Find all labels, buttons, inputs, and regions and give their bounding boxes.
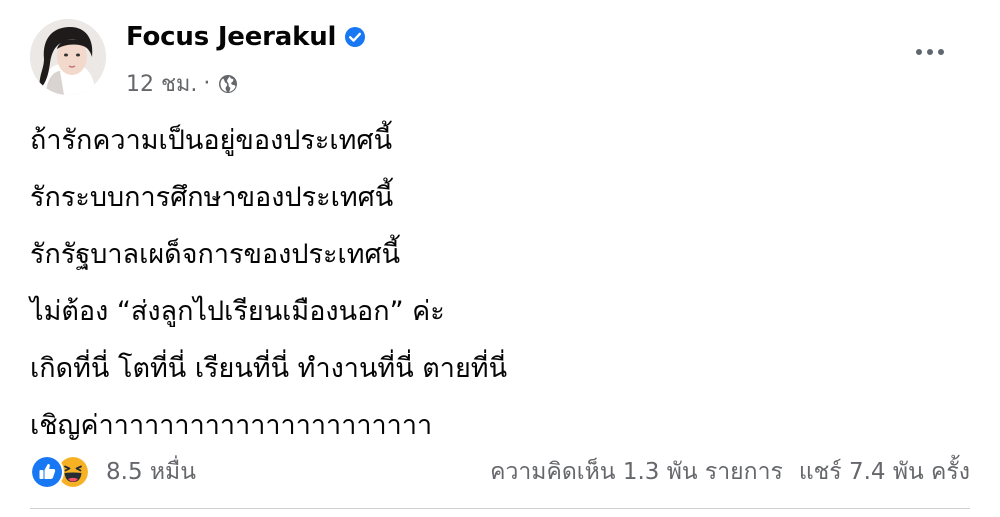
shares-count-link[interactable]: แชร์ 7.4 พัน ครั้ง [799, 454, 970, 490]
more-options-button[interactable] [910, 38, 950, 66]
verified-badge-icon [344, 26, 366, 48]
avatar[interactable] [30, 19, 106, 95]
post-text-line: รักระบบการศึกษาของประเทศนี้ [30, 182, 394, 213]
post-stats-bar: 8.5 หมื่น ความคิดเห็น 1.3 พัน รายการ แชร… [30, 446, 970, 498]
comments-count-link[interactable]: ความคิดเห็น 1.3 พัน รายการ [490, 454, 783, 490]
engagement-stats: ความคิดเห็น 1.3 พัน รายการ แชร์ 7.4 พัน … [490, 454, 970, 490]
more-dot-icon [938, 49, 944, 55]
reactions-summary[interactable]: 8.5 หมื่น [30, 454, 196, 490]
post-header: Focus Jeerakul [126, 22, 366, 52]
globe-icon[interactable] [218, 74, 238, 94]
more-dot-icon [916, 49, 922, 55]
post-text-line: ไม่ต้อง “ส่งลูกไปเรียนเมืองนอก” ค่ะ [30, 296, 445, 327]
post-text-line: เกิดที่นี่ โตที่นี่ เรียนที่นี่ ทำงานที่… [30, 353, 508, 384]
post-timestamp[interactable]: 12 ชม. [126, 66, 197, 101]
action-divider [30, 508, 970, 509]
reactions-count: 8.5 หมื่น [106, 459, 196, 485]
author-name[interactable]: Focus Jeerakul [126, 22, 336, 52]
post-text: ถ้ารักความเป็นอยู่ของประเทศนี้ รักระบบกา… [30, 112, 507, 454]
like-icon [30, 455, 64, 489]
meta-separator: · [203, 71, 211, 96]
post-meta: 12 ชม. · [126, 66, 238, 101]
post-text-line: ถ้ารักความเป็นอยู่ของประเทศนี้ [30, 125, 393, 156]
post-text-line: รักรัฐบาลเผด็จการของประเทศนี้ [30, 239, 401, 270]
more-dot-icon [927, 49, 933, 55]
post-card: Focus Jeerakul 12 ชม. · ถ้ารักความเป็นอย… [0, 0, 1000, 517]
avatar-image [30, 19, 106, 95]
